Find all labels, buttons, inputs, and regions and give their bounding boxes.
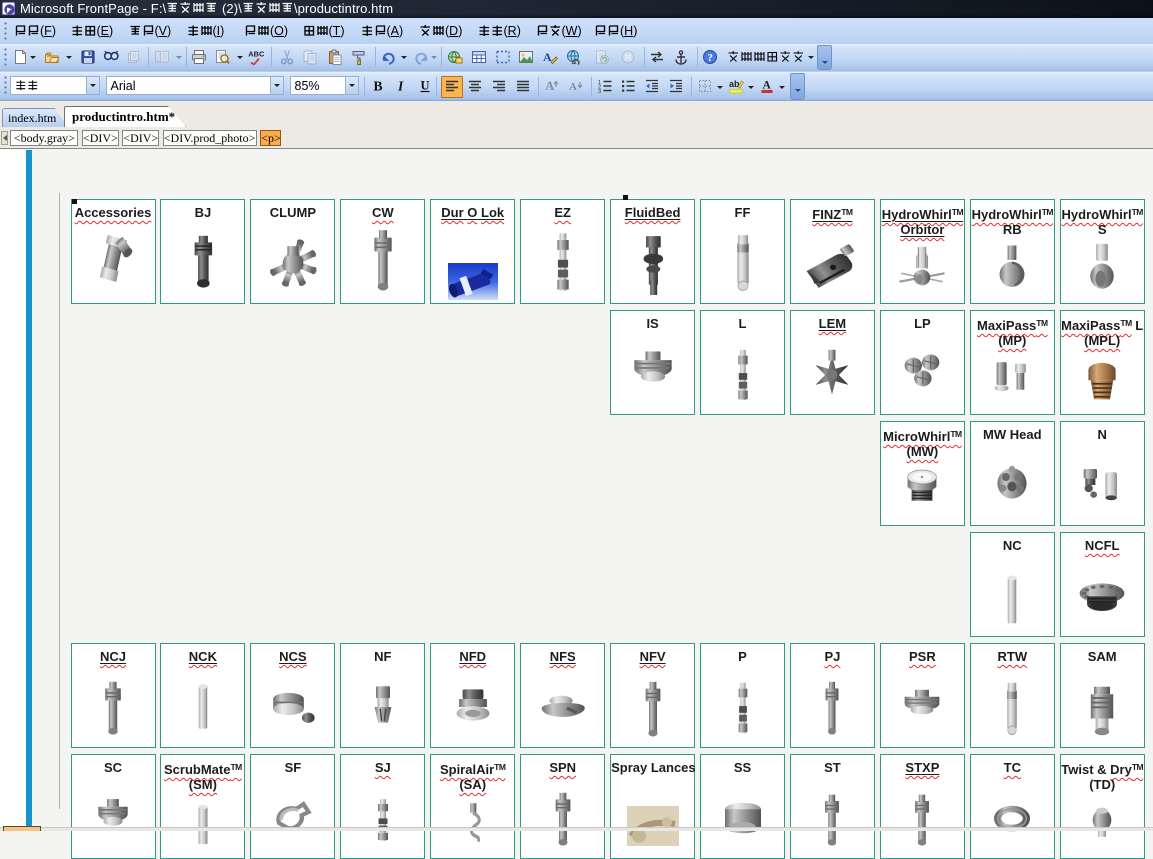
svg-text:ABC: ABC [248, 50, 264, 59]
svg-text:A: A [569, 81, 577, 93]
svg-text:A: A [763, 80, 772, 92]
svg-text:3: 3 [598, 89, 601, 94]
svg-text:A: A [545, 78, 555, 93]
svg-text:U: U [421, 79, 430, 93]
svg-text:B: B [374, 79, 383, 94]
svg-text:I: I [397, 79, 404, 94]
svg-text:?: ? [707, 52, 713, 64]
